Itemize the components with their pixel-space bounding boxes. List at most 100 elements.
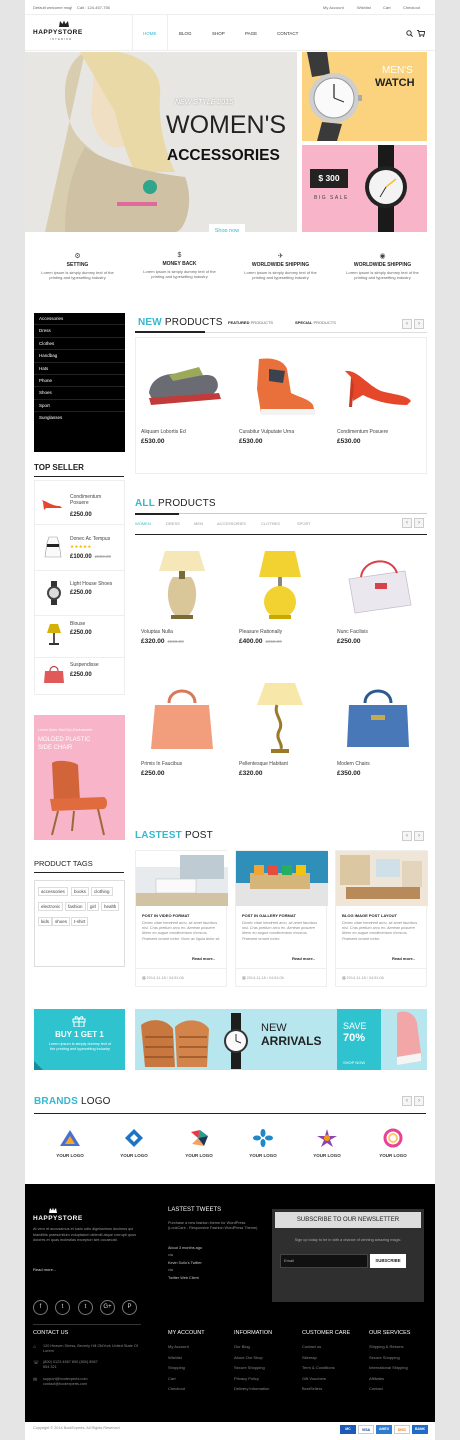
next-arrow-icon[interactable]: › xyxy=(414,1096,424,1106)
list-item[interactable]: Light House Shoes £250.00 xyxy=(34,575,124,616)
big-sale-banner[interactable]: $ 300 BIG SALE xyxy=(302,145,427,232)
nav-blog[interactable]: BLOG xyxy=(179,31,192,36)
tab-accessories[interactable]: ACCESSORIES xyxy=(217,521,246,526)
seller-name[interactable]: Donec Ac Tempus xyxy=(70,536,110,542)
tab-men[interactable]: MEN xyxy=(194,521,203,526)
toplink-wishlist[interactable]: Wishlist xyxy=(357,5,371,10)
logo[interactable]: HAPPYSTORE INTERIOR xyxy=(33,18,123,50)
product-name[interactable]: Condimentum Posuere xyxy=(337,429,388,435)
google-plus-icon[interactable]: G+ xyxy=(100,1300,115,1315)
product-name[interactable]: Curabitur Vulputate Urna xyxy=(239,429,294,435)
blog-post-card[interactable]: BLOG IMAGE POST LAYOUT Donec vitae hendr… xyxy=(335,850,428,987)
shop-now-button[interactable]: Shop now xyxy=(209,224,245,232)
footer-link[interactable]: Sitemap xyxy=(302,1355,350,1360)
post-format[interactable]: POST IN GALLERY FORMAT xyxy=(242,913,296,918)
nav-contact[interactable]: CONTACT xyxy=(277,31,298,36)
seller-name[interactable]: Suspendisse xyxy=(70,662,99,668)
category-item[interactable]: Shoes xyxy=(34,387,125,400)
footer-link[interactable]: Shopping xyxy=(168,1365,205,1370)
hero-banner[interactable]: NEW STYLE 2015 WOMEN'S ACCESSORIES Shop … xyxy=(25,52,297,232)
product-card[interactable]: Voluptas Nulla £320.00 £550.00 xyxy=(137,543,229,667)
footer-link[interactable]: Delivery information xyxy=(234,1386,272,1391)
footer-link[interactable]: International Shipping xyxy=(369,1365,410,1370)
read-more-link[interactable]: Read more.. xyxy=(292,956,315,961)
tag[interactable]: kids xyxy=(38,917,53,926)
blog-post-card[interactable]: POST IN GALLERY FORMAT Donec vitae hendr… xyxy=(235,850,328,987)
product-name[interactable]: Nunc Facilisis xyxy=(337,629,368,635)
product-card[interactable]: Aliquam Lobortis Ed £530.00 xyxy=(137,343,229,467)
tag[interactable]: clothing xyxy=(91,887,113,896)
tumblr-icon[interactable]: t xyxy=(78,1300,93,1315)
next-arrow-icon[interactable]: › xyxy=(414,518,424,528)
product-card[interactable]: Curabitur Vulputate Urna £530.00 xyxy=(235,343,327,467)
brand-logo[interactable]: YOUR LOGO xyxy=(373,1128,413,1158)
brand-logo[interactable]: YOUR LOGO xyxy=(243,1128,283,1158)
tag[interactable]: girl xyxy=(87,902,100,911)
footer-read-more[interactable]: Read more... xyxy=(33,1267,56,1272)
post-format[interactable]: POST IN VIDEO FORMAT xyxy=(142,913,189,918)
footer-link[interactable]: Affiliates xyxy=(369,1376,410,1381)
nav-home[interactable]: HOME xyxy=(143,31,157,36)
brand-logo[interactable]: YOUR LOGO xyxy=(307,1128,347,1158)
brand-logo[interactable]: YOUR LOGO xyxy=(50,1128,90,1158)
brand-logo[interactable]: YOUR LOGO xyxy=(114,1128,154,1158)
seller-name[interactable]: Condimentum Posuere xyxy=(70,494,120,506)
footer-link[interactable]: Term & Conditions xyxy=(302,1365,350,1370)
prev-arrow-icon[interactable]: ‹ xyxy=(402,518,412,528)
footer-link[interactable]: Contact xyxy=(369,1386,410,1391)
seller-name[interactable]: Blouse xyxy=(70,621,85,627)
mens-watch-banner[interactable]: MEN'S WATCH xyxy=(302,52,427,141)
tag[interactable]: t-shirt xyxy=(71,917,89,926)
list-item[interactable]: Suspendisse £250.00 xyxy=(34,657,124,698)
toplink-checkout[interactable]: Checkout xyxy=(403,5,420,10)
side-chair-banner[interactable]: Lorem Dolor Sed Diry Environment MOLDED … xyxy=(34,715,125,840)
footer-link[interactable]: Privacy Policy xyxy=(234,1376,272,1381)
product-name[interactable]: Pleasure Rationally xyxy=(239,629,282,635)
next-arrow-icon[interactable]: › xyxy=(414,831,424,841)
tab-dress[interactable]: DRESS xyxy=(166,521,180,526)
tag[interactable]: shoes xyxy=(52,917,71,926)
product-card[interactable]: Pleasure Rationally £400.00 £550.00 xyxy=(235,543,327,667)
pinterest-icon[interactable]: P xyxy=(122,1300,137,1315)
tab-sport[interactable]: SPORT xyxy=(297,521,311,526)
email-field[interactable]: Email xyxy=(280,1254,368,1268)
tag[interactable]: books xyxy=(71,887,90,896)
product-name[interactable]: Pellentesque Habitant xyxy=(239,761,288,767)
category-item[interactable]: Sport xyxy=(34,400,125,413)
shop-now-link[interactable]: SHOP NOW xyxy=(343,1060,365,1065)
category-item[interactable]: Handbag xyxy=(34,350,125,363)
prev-arrow-icon[interactable]: ‹ xyxy=(402,831,412,841)
tag[interactable]: fashion xyxy=(65,902,86,911)
nav-page[interactable]: PAGE xyxy=(245,31,257,36)
tab-featured-products[interactable]: FEATURED PRODUCTS xyxy=(228,320,273,325)
blog-post-card[interactable]: POST IN VIDEO FORMAT Donec vitae hendrer… xyxy=(135,850,228,987)
list-item[interactable]: Blouse £250.00 xyxy=(34,617,124,658)
read-more-link[interactable]: Read more.. xyxy=(192,956,215,961)
category-item[interactable]: Phone xyxy=(34,375,125,388)
tab-special-products[interactable]: SPECIAL PRODUCTS xyxy=(295,320,336,325)
product-card[interactable]: Primis In Faucibus £250.00 xyxy=(137,675,229,799)
product-card[interactable]: Condimentum Posuere £530.00 xyxy=(333,343,425,467)
footer-link[interactable]: Secure Shopping xyxy=(369,1355,410,1360)
product-name[interactable]: Primis In Faucibus xyxy=(141,761,182,767)
footer-link[interactable]: Secure Shopping xyxy=(234,1365,272,1370)
category-item[interactable]: Hats xyxy=(34,363,125,375)
product-name[interactable]: Modern Chairs xyxy=(337,761,370,767)
tag[interactable]: accessories xyxy=(38,887,68,896)
footer-logo[interactable]: HAPPYSTORE xyxy=(33,1215,83,1222)
brand-logo[interactable]: YOUR LOGO xyxy=(179,1128,219,1158)
product-card[interactable]: Nunc Facilisis £250.00 xyxy=(333,543,425,667)
product-card[interactable]: Pellentesque Habitant £320.00 xyxy=(235,675,327,799)
footer-link[interactable]: Our Blog xyxy=(234,1344,272,1349)
tag[interactable]: health xyxy=(101,902,120,911)
tab-women[interactable]: WOMEN xyxy=(135,521,151,526)
prev-arrow-icon[interactable]: ‹ xyxy=(402,319,412,329)
list-item[interactable]: Condimentum Posuere £250.00 xyxy=(34,484,124,525)
footer-link[interactable]: Shipping & Returns xyxy=(369,1344,410,1349)
facebook-icon[interactable]: f xyxy=(33,1300,48,1315)
next-arrow-icon[interactable]: › xyxy=(414,319,424,329)
post-format[interactable]: BLOG IMAGE POST LAYOUT xyxy=(342,913,397,918)
new-arrivals-banner[interactable]: NEW ARRIVALS SAVE 70% SHOP NOW xyxy=(135,1009,427,1070)
list-item[interactable]: Donec Ac Tempus ★★★★★ £100.00 £550.00 xyxy=(34,530,124,571)
footer-link[interactable]: BestSellers xyxy=(302,1386,350,1391)
